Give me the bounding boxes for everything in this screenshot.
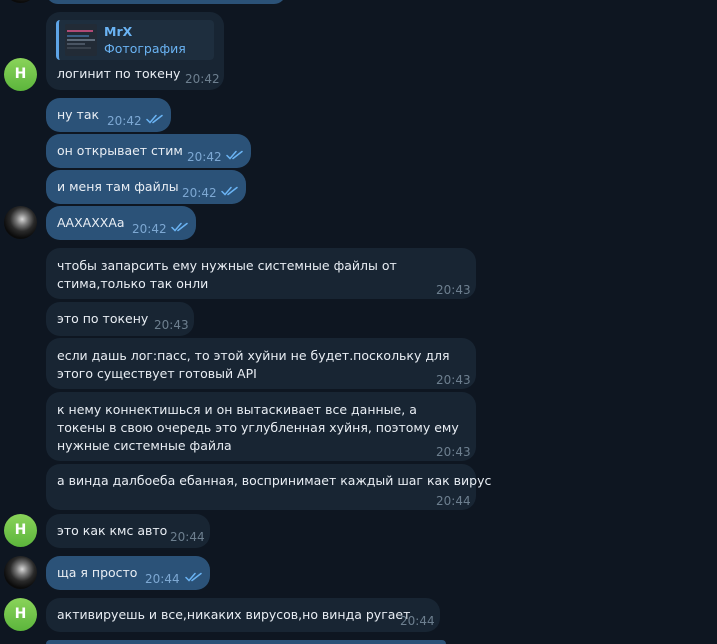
message-time: 20:43 xyxy=(436,445,471,459)
message-text: к нему коннектишься и он вытаскивает все… xyxy=(57,402,459,453)
read-check-icon xyxy=(221,186,238,196)
message-time: 20:44 xyxy=(400,614,435,628)
reply-preview[interactable]: MrX Фотография xyxy=(56,20,214,60)
message-bubble[interactable]: ну так 20:42 xyxy=(46,98,171,132)
message-text: логинит по токену xyxy=(57,66,181,81)
message-bubble[interactable]: к нему коннектишься и он вытаскивает все… xyxy=(46,392,476,461)
message-bubble[interactable]: он открывает стим 20:42 xyxy=(46,134,251,168)
message-time: 20:44 xyxy=(145,572,180,586)
read-check-icon xyxy=(146,114,163,124)
message-text: если дашь лог:пасс, то этой хуйни не буд… xyxy=(57,348,450,381)
message-time: 20:42 xyxy=(132,222,167,236)
chat-history[interactable]: MrX Фотография логинит по токену 20:42 Н… xyxy=(0,0,717,644)
message-time: 20:42 xyxy=(107,114,142,128)
avatar-partial-top[interactable] xyxy=(4,0,37,3)
message-bubble[interactable]: а винда далбоеба ебанная, воспринимает к… xyxy=(46,464,491,510)
read-check-icon xyxy=(171,222,188,232)
read-check-icon xyxy=(226,150,243,160)
message-text: а винда далбоеба ебанная, воспринимает к… xyxy=(57,473,492,488)
message-bubble-partial-top[interactable] xyxy=(46,0,286,4)
message-time: 20:44 xyxy=(436,494,471,508)
message-text: это как кмс авто xyxy=(57,523,168,538)
message-time: 20:42 xyxy=(187,150,222,164)
photo-thumbnail xyxy=(65,24,97,56)
message-bubble[interactable]: если дашь лог:пасс, то этой хуйни не буд… xyxy=(46,338,476,389)
message-bubble[interactable]: активируешь и все,никаких вирусов,но вин… xyxy=(46,598,440,632)
message-bubble[interactable]: и меня там файлы 20:42 xyxy=(46,170,246,204)
avatar[interactable]: Н xyxy=(4,598,37,631)
message-time: 20:43 xyxy=(154,318,189,332)
avatar[interactable]: Н xyxy=(4,514,37,547)
read-check-icon xyxy=(185,572,202,582)
message-text: он открывает стим xyxy=(57,143,183,158)
message-text: ААХАХХАа xyxy=(57,215,125,230)
message-text: и меня там файлы xyxy=(57,179,179,194)
message-time: 20:42 xyxy=(185,72,220,86)
message-time: 20:42 xyxy=(182,186,217,200)
message-bubble[interactable]: ААХАХХАа 20:42 xyxy=(46,206,196,240)
message-bubble[interactable]: MrX Фотография логинит по токену 20:42 xyxy=(46,12,224,90)
avatar[interactable]: Н xyxy=(4,58,37,91)
message-bubble[interactable]: ща я просто 20:44 xyxy=(46,556,210,590)
message-bubble[interactable]: это как кмс авто 20:44 xyxy=(46,514,210,548)
message-bubble-partial-bottom[interactable] xyxy=(46,640,446,644)
reply-author: MrX xyxy=(104,24,133,39)
avatar[interactable] xyxy=(4,206,37,239)
message-text: ща я просто xyxy=(57,565,138,580)
message-time: 20:44 xyxy=(170,530,205,544)
message-text: чтобы запарсить ему нужные системные фай… xyxy=(57,258,397,291)
message-text: активируешь и все,никаких вирусов,но вин… xyxy=(57,607,411,622)
message-time: 20:43 xyxy=(436,283,471,297)
message-bubble[interactable]: это по токену 20:43 xyxy=(46,302,194,336)
reply-caption: Фотография xyxy=(104,41,186,56)
message-text: это по токену xyxy=(57,311,149,326)
message-time: 20:43 xyxy=(436,373,471,387)
message-bubble[interactable]: чтобы запарсить ему нужные системные фай… xyxy=(46,248,476,299)
message-text: ну так xyxy=(57,107,100,122)
avatar[interactable] xyxy=(4,556,37,589)
